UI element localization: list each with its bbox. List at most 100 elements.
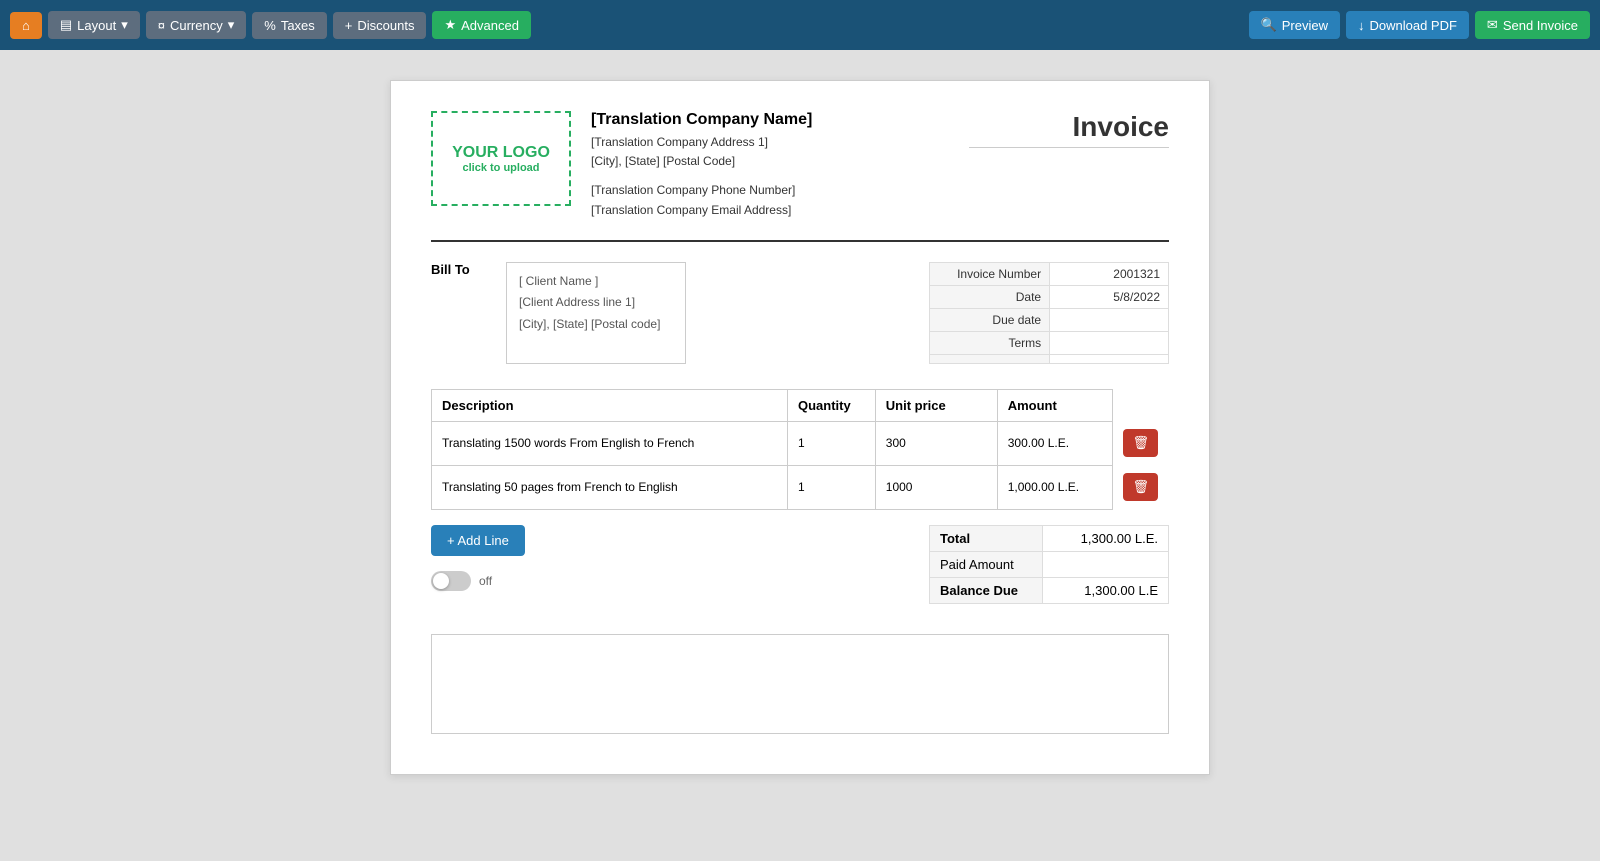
line-items-table: Description Quantity Unit price Amount T… (431, 389, 1169, 510)
billing-section: Bill To [ Client Name ] [Client Address … (431, 262, 1169, 364)
invoice-number-label: Invoice Number (930, 262, 1050, 285)
row-1-quantity[interactable]: 1 (788, 465, 876, 509)
toggle-label: off (479, 574, 492, 588)
currency-icon: ¤ (158, 18, 165, 33)
toggle-thumb (433, 573, 449, 589)
company-email: [Translation Company Email Address] (591, 201, 969, 220)
paid-amount-value[interactable] (1043, 551, 1169, 577)
company-city-state: [City], [State] [Postal Code] (591, 152, 969, 171)
balance-due-row: Balance Due 1,300.00 L.E (930, 577, 1169, 603)
row-0-unit-price[interactable]: 300 (875, 421, 997, 465)
invoice-number-row: Invoice Number 2001321 (930, 262, 1169, 285)
extra-value-1[interactable] (1050, 354, 1169, 363)
date-value: 5/8/2022 (1050, 285, 1169, 308)
extra-row-1 (930, 354, 1169, 363)
add-line-button[interactable]: + Add Line (431, 525, 525, 556)
advanced-icon: ★ (444, 17, 456, 33)
terms-row: Terms (930, 331, 1169, 354)
upload-hint: click to upload (462, 162, 539, 174)
company-phone: [Translation Company Phone Number] (591, 181, 969, 200)
home-icon: ⌂ (22, 18, 30, 33)
company-info: [Translation Company Name] [Translation … (571, 111, 969, 220)
logo-text: YOUR LOGO (452, 144, 550, 162)
invoice-number-value: 2001321 (1050, 262, 1169, 285)
discounts-icon: + (345, 18, 353, 33)
paid-amount-label: Paid Amount (930, 551, 1043, 577)
toolbar: ⌂ ▤ Layout ▾ ¤ Currency ▾ % Taxes + Disc… (0, 0, 1600, 50)
toggle-area: off (431, 571, 525, 591)
total-label: Total (930, 525, 1043, 551)
invoice-details-table: Invoice Number 2001321 Date 5/8/2022 Due… (929, 262, 1169, 364)
header-unit-price: Unit price (875, 389, 997, 421)
taxes-label: Taxes (281, 18, 315, 33)
currency-caret: ▾ (228, 17, 235, 33)
row-0-description[interactable]: Translating 1500 words From English to F… (432, 421, 788, 465)
notes-area[interactable] (431, 634, 1169, 734)
totals-table: Total 1,300.00 L.E. Paid Amount Balance … (929, 525, 1169, 604)
bill-to-block: Bill To [ Client Name ] [Client Address … (431, 262, 686, 364)
download-button[interactable]: ↓ Download PDF (1346, 11, 1469, 39)
download-icon: ↓ (1358, 18, 1365, 33)
preview-label: Preview (1282, 18, 1328, 33)
header-quantity: Quantity (788, 389, 876, 421)
layout-button[interactable]: ▤ Layout ▾ (48, 11, 140, 39)
date-label: Date (930, 285, 1050, 308)
paid-amount-row: Paid Amount (930, 551, 1169, 577)
left-bottom: + Add Line off (431, 525, 525, 591)
delete-row-1-button[interactable]: 🗑 (1123, 473, 1158, 501)
bill-to-fields[interactable]: [ Client Name ] [Client Address line 1] … (506, 262, 686, 364)
client-name: [ Client Name ] (519, 271, 673, 293)
invoice-header: YOUR LOGO click to upload [Translation C… (431, 111, 1169, 220)
row-1-description[interactable]: Translating 50 pages from French to Engl… (432, 465, 788, 509)
taxes-icon: % (264, 18, 276, 33)
table-header-row: Description Quantity Unit price Amount (432, 389, 1169, 421)
row-1-action: 🗑 (1113, 465, 1169, 509)
advanced-label: Advanced (461, 18, 519, 33)
send-label: Send Invoice (1503, 18, 1578, 33)
header-amount: Amount (997, 389, 1113, 421)
currency-button[interactable]: ¤ Currency ▾ (146, 11, 247, 39)
row-1-amount: 1,000.00 L.E. (997, 465, 1113, 509)
extra-label-1 (930, 354, 1050, 363)
download-label: Download PDF (1369, 18, 1456, 33)
add-line-label: + Add Line (447, 533, 509, 548)
company-address1: [Translation Company Address 1] (591, 133, 969, 152)
bottom-section: + Add Line off Total 1,300.00 L.E. Paid … (431, 525, 1169, 604)
toggle-switch[interactable] (431, 571, 471, 591)
table-row: Translating 1500 words From English to F… (432, 421, 1169, 465)
preview-icon: 🔍 (1261, 17, 1277, 33)
terms-value[interactable] (1050, 331, 1169, 354)
balance-due-value: 1,300.00 L.E (1043, 577, 1169, 603)
total-row: Total 1,300.00 L.E. (930, 525, 1169, 551)
row-1-unit-price[interactable]: 1000 (875, 465, 997, 509)
client-city-state: [City], [State] [Postal code] (519, 314, 673, 336)
advanced-button[interactable]: ★ Advanced (432, 11, 530, 39)
home-button[interactable]: ⌂ (10, 12, 42, 39)
layout-label: Layout (77, 18, 116, 33)
delete-row-0-button[interactable]: 🗑 (1123, 429, 1158, 457)
terms-label: Terms (930, 331, 1050, 354)
discounts-label: Discounts (357, 18, 414, 33)
send-invoice-button[interactable]: ✉ Send Invoice (1475, 11, 1590, 39)
trash-icon: 🗑 (1132, 479, 1149, 494)
header-action (1113, 389, 1169, 421)
date-row: Date 5/8/2022 (930, 285, 1169, 308)
layout-icon: ▤ (60, 17, 72, 33)
invoice-title: Invoice (969, 111, 1169, 148)
client-address1: [Client Address line 1] (519, 292, 673, 314)
preview-button[interactable]: 🔍 Preview (1249, 11, 1340, 39)
balance-due-label: Balance Due (930, 577, 1043, 603)
trash-icon: 🗑 (1132, 435, 1149, 450)
company-name: [Translation Company Name] (591, 111, 969, 129)
layout-caret: ▾ (121, 17, 128, 33)
toolbar-right-actions: 🔍 Preview ↓ Download PDF ✉ Send Invoice (1249, 11, 1590, 39)
bill-to-label: Bill To (431, 262, 486, 364)
taxes-button[interactable]: % Taxes (252, 12, 327, 39)
row-0-quantity[interactable]: 1 (788, 421, 876, 465)
send-icon: ✉ (1487, 17, 1498, 33)
row-0-amount: 300.00 L.E. (997, 421, 1113, 465)
due-date-value[interactable] (1050, 308, 1169, 331)
discounts-button[interactable]: + Discounts (333, 12, 427, 39)
invoice-title-block: Invoice (969, 111, 1169, 148)
logo-upload-area[interactable]: YOUR LOGO click to upload (431, 111, 571, 206)
